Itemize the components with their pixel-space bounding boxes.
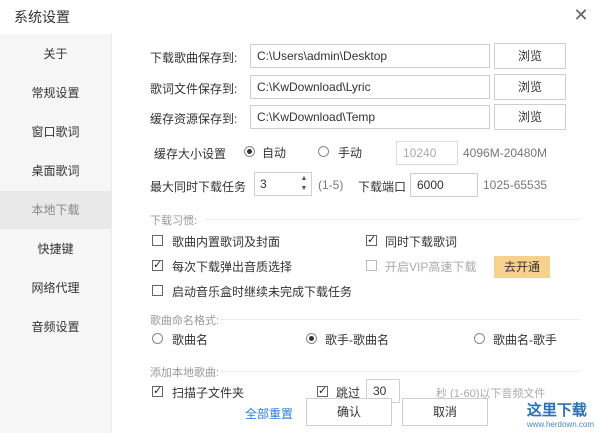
cancel-button[interactable]: 取消 — [402, 398, 488, 426]
naming-title: 歌曲命名格式: — [150, 315, 220, 327]
embed-lyrics-checkbox[interactable] — [152, 235, 163, 246]
reset-all-link[interactable]: 全部重置 — [245, 405, 293, 422]
popup-quality-label: 每次下载弹出音质选择 — [172, 260, 293, 274]
naming-song-artist-radio[interactable] — [474, 333, 485, 344]
sidebar-item-general[interactable]: 常规设置 — [0, 74, 111, 112]
sync-lyrics-label: 同时下载歌词 — [385, 235, 458, 249]
sidebar-item-shortcuts[interactable]: 快捷键 — [0, 230, 111, 268]
lyric-path-label: 歌词文件保存到: — [150, 82, 238, 96]
song-path-field[interactable]: C:\Users\admin\Desktop — [250, 44, 490, 68]
confirm-button[interactable]: 确认 — [306, 398, 392, 426]
local-add-title: 添加本地歌曲: — [150, 367, 220, 379]
open-vip-button[interactable]: 去开通 — [494, 256, 550, 278]
song-path-label: 下载歌曲保存到: — [150, 51, 238, 65]
sync-lyrics-checkbox[interactable] — [366, 233, 377, 246]
watermark-url: www.herdown.com — [526, 420, 594, 429]
close-icon[interactable]: ✕ — [572, 6, 590, 24]
naming-song-radio[interactable] — [152, 333, 163, 344]
max-tasks-range: (1-5) — [318, 178, 344, 192]
naming-song-artist-label: 歌曲名-歌手 — [493, 333, 557, 347]
naming-artist-song-label: 歌手-歌曲名 — [325, 333, 389, 347]
cache-size-field[interactable]: 10240 — [396, 141, 458, 165]
title-bar: 系统设置 ✕ — [0, 0, 600, 34]
vip-speed-label: 开启VIP高速下载 — [385, 260, 477, 274]
max-tasks-value: 3 — [260, 177, 267, 191]
watermark-text: 这里下载 — [526, 402, 587, 419]
cache-manual-label: 手动 — [338, 146, 363, 160]
sidebar-item-local-download[interactable]: 本地下载 — [0, 191, 111, 229]
cache-path-field[interactable]: C:\KwDownload\Temp — [250, 105, 490, 129]
sidebar-item-proxy[interactable]: 网络代理 — [0, 269, 111, 307]
sidebar-item-window-lyrics[interactable]: 窗口歌词 — [0, 113, 111, 151]
cache-path-browse-button[interactable]: 浏览 — [494, 104, 566, 130]
sidebar-item-desktop-lyrics[interactable]: 桌面歌词 — [0, 152, 111, 190]
chevron-down-icon[interactable]: ▼ — [299, 185, 309, 193]
skip-checkbox[interactable] — [317, 384, 328, 397]
lyric-path-browse-button[interactable]: 浏览 — [494, 74, 566, 100]
sidebar-item-audio[interactable]: 音频设置 — [0, 308, 111, 346]
port-field[interactable]: 6000 — [410, 173, 478, 197]
embed-lyrics-label: 歌曲内置歌词及封面 — [172, 235, 281, 249]
naming-divider — [220, 319, 580, 320]
chevron-up-icon[interactable]: ▲ — [299, 175, 309, 183]
port-range: 1025-65535 — [483, 178, 548, 192]
cache-size-label: 缓存大小设置 — [154, 147, 227, 161]
cache-auto-label: 自动 — [262, 146, 287, 160]
habits-divider — [205, 219, 580, 220]
sidebar: 关于 常规设置 窗口歌词 桌面歌词 本地下载 快捷键 网络代理 音频设置 — [0, 34, 112, 433]
popup-quality-checkbox[interactable] — [152, 258, 163, 271]
cache-auto-radio[interactable] — [244, 146, 255, 157]
max-tasks-label: 最大同时下载任务 — [150, 180, 247, 194]
sidebar-item-about[interactable]: 关于 — [0, 35, 111, 73]
cache-manual-radio[interactable] — [318, 146, 329, 157]
cache-size-range: 4096M-20480M — [463, 146, 548, 160]
watermark-logo: 这里下载 www.herdown.com — [527, 399, 594, 429]
song-path-browse-button[interactable]: 浏览 — [494, 43, 566, 69]
vip-speed-checkbox[interactable] — [366, 260, 377, 271]
resume-checkbox[interactable] — [152, 285, 163, 296]
naming-song-label: 歌曲名 — [172, 333, 209, 347]
cache-path-label: 缓存资源保存到: — [150, 112, 238, 126]
habits-title: 下载习惯: — [150, 215, 198, 227]
scan-sub-label: 扫描子文件夹 — [172, 386, 245, 400]
resume-label: 启动音乐盒时继续未完成下载任务 — [172, 285, 353, 299]
lyric-path-field[interactable]: C:\KwDownload\Lyric — [250, 75, 490, 99]
window-title: 系统设置 — [14, 9, 70, 25]
max-tasks-stepper[interactable]: 3 ▲ ▼ — [254, 172, 312, 196]
scan-sub-checkbox[interactable] — [152, 384, 163, 397]
local-add-divider — [220, 371, 580, 372]
port-label: 下载端口 — [358, 180, 407, 194]
naming-artist-song-radio[interactable] — [306, 333, 317, 344]
